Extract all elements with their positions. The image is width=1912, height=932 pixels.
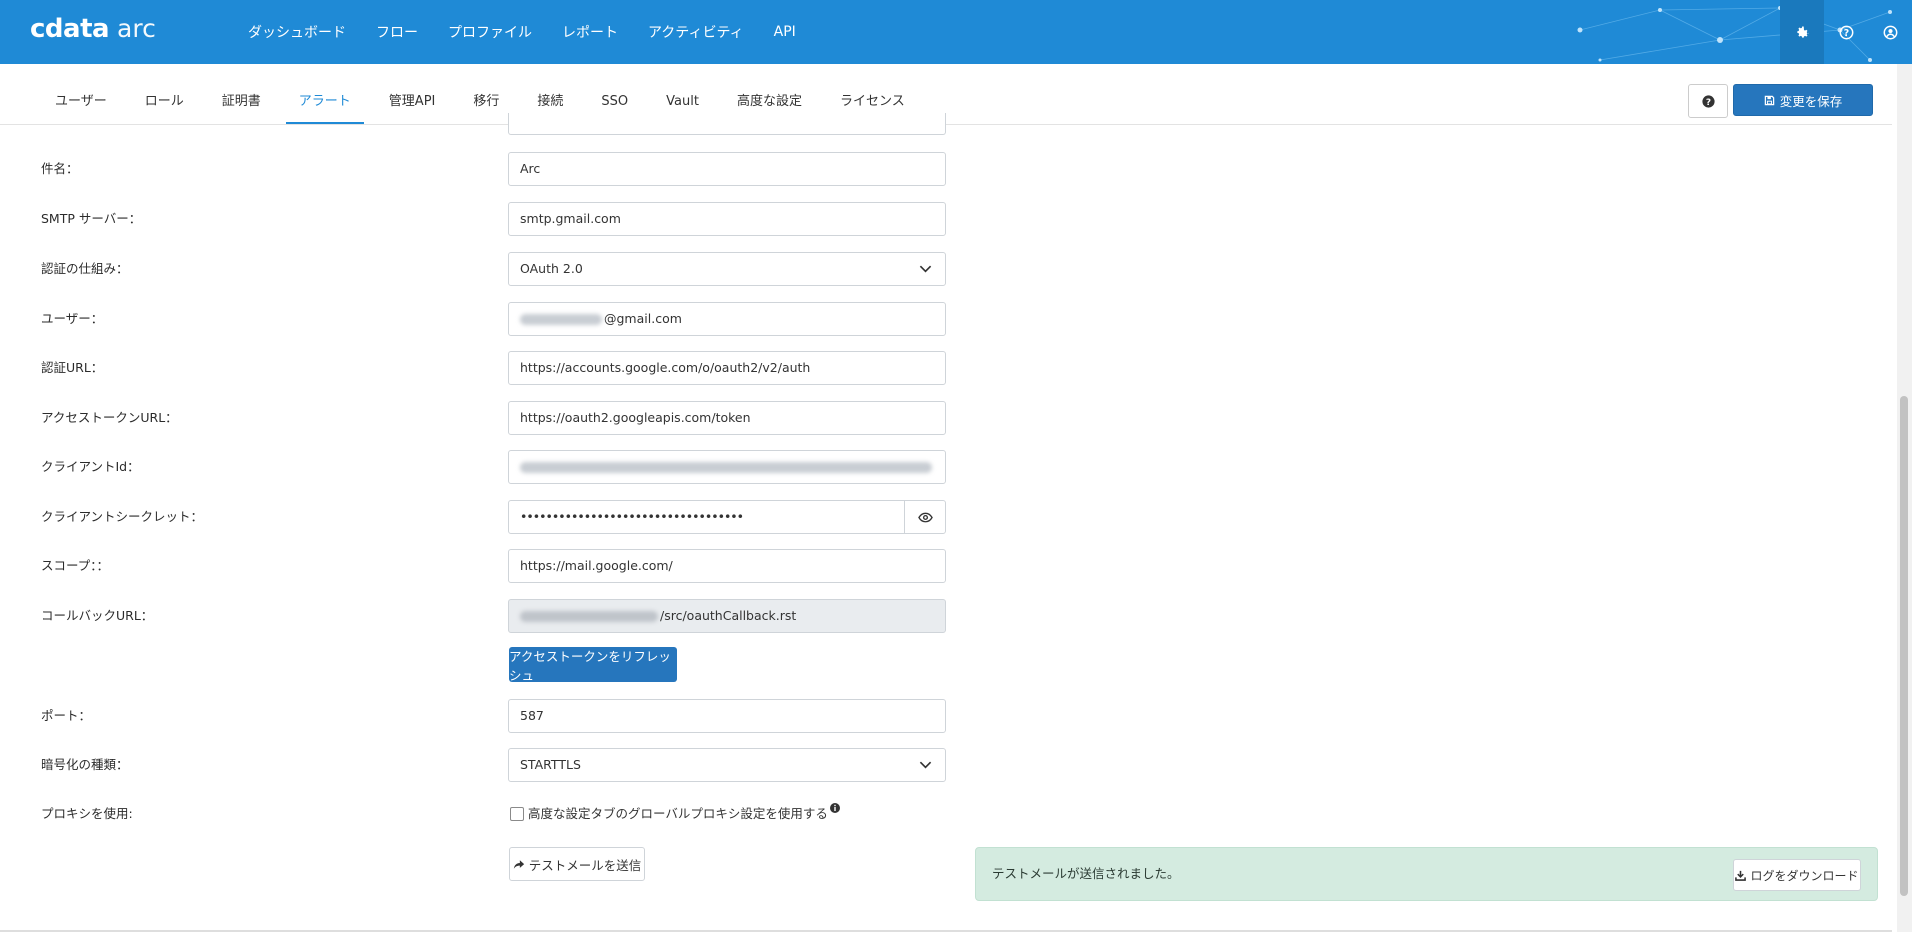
encryption-row: 暗号化の種類： STARTTLS	[0, 748, 960, 782]
use-global-proxy-checkbox[interactable]	[510, 807, 524, 821]
tab-users[interactable]: ユーザー	[36, 64, 126, 124]
callback-url-suffix: /src/oauthCallback.rst	[660, 608, 797, 623]
callback-url-row: コールバックURL： /src/oauthCallback.rst	[0, 599, 960, 633]
user-menu-button[interactable]	[1868, 0, 1912, 64]
user-email-suffix: @gmail.com	[604, 311, 682, 326]
callback-url-label: コールバックURL：	[41, 608, 154, 623]
tab-alerts[interactable]: アラート	[280, 64, 370, 124]
top-nav-dashboard[interactable]: ダッシュボード	[248, 22, 346, 42]
use-global-proxy-text: 高度な設定タブのグローバルプロキシ設定を使用する	[528, 806, 828, 821]
token-url-row: アクセストークンURL： https://oauth2.googleapis.c…	[0, 401, 960, 435]
chevron-down-icon	[919, 265, 932, 273]
user-circle-icon	[1883, 25, 1897, 39]
subject-input[interactable]: Arc	[508, 152, 946, 186]
send-test-email-label: テストメールを送信	[528, 857, 642, 873]
top-icons: ?	[1780, 0, 1912, 64]
page-scrollbar-thumb[interactable]	[1900, 396, 1908, 896]
port-row: ポート： 587	[0, 699, 960, 733]
auth-url-label: 認証URL：	[41, 360, 104, 375]
refresh-token-button[interactable]: アクセストークンをリフレッシュ	[509, 647, 677, 683]
client-secret-masked: •••••••••••••••••••••••••••••••••••	[520, 509, 744, 524]
scope-label: スコープ：：	[41, 558, 110, 573]
token-url-input[interactable]: https://oauth2.googleapis.com/token	[508, 401, 946, 435]
tab-admin-api[interactable]: 管理API	[370, 64, 455, 124]
download-log-button[interactable]: ログをダウンロード	[1733, 859, 1861, 891]
share-arrow-icon	[513, 859, 524, 869]
auth-scheme-select[interactable]: OAuth 2.0	[508, 252, 946, 286]
callback-url-input[interactable]: /src/oauthCallback.rst	[508, 599, 946, 633]
logo-light-text: arc	[117, 14, 156, 43]
top-bar: cdata arc ダッシュボード フロー プロファイル レポート アクティビティ…	[0, 0, 1912, 64]
top-nav: ダッシュボード フロー プロファイル レポート アクティビティ API	[248, 0, 826, 64]
subject-label: 件名：	[41, 161, 79, 176]
scope-input[interactable]: https://mail.google.com/	[508, 549, 946, 583]
eye-icon	[917, 512, 933, 522]
client-secret-label: クライアントシークレット：	[41, 509, 204, 524]
save-changes-button[interactable]: 変更を保存	[1733, 84, 1873, 116]
tab-certificates[interactable]: 証明書	[203, 64, 280, 124]
chevron-down-icon	[919, 761, 932, 769]
help-top-button[interactable]: ?	[1824, 0, 1868, 64]
subject-row: 件名： Arc	[0, 152, 960, 186]
scope-row: スコープ：： https://mail.google.com/	[0, 549, 960, 583]
smtp-server-row: SMTP サーバー： smtp.gmail.com	[0, 202, 960, 236]
redacted-text	[520, 314, 602, 325]
auth-scheme-value: OAuth 2.0	[520, 261, 583, 276]
encryption-select[interactable]: STARTTLS	[508, 748, 946, 782]
logo-bold-text: cdata	[30, 14, 110, 44]
client-secret-row: クライアントシークレット： ••••••••••••••••••••••••••…	[0, 500, 960, 534]
encryption-value: STARTTLS	[520, 757, 581, 772]
help-button[interactable]: ?	[1688, 84, 1728, 118]
show-secret-button[interactable]	[904, 501, 945, 533]
token-url-label: アクセストークンURL：	[41, 410, 178, 425]
user-input[interactable]: @gmail.com	[508, 302, 946, 336]
svg-text:?: ?	[1843, 27, 1848, 38]
svg-text:?: ?	[1705, 97, 1710, 107]
top-nav-flows[interactable]: フロー	[376, 22, 418, 42]
client-id-input[interactable]	[508, 450, 946, 484]
save-changes-label: 変更を保存	[1779, 93, 1843, 109]
auth-scheme-label: 認証の仕組み：	[41, 261, 129, 276]
previous-field[interactable]	[508, 113, 946, 135]
success-alert-message: テストメールが送信されました。	[992, 866, 1180, 881]
client-id-label: クライアントId：	[41, 459, 140, 474]
top-nav-api[interactable]: API	[774, 24, 796, 40]
gear-icon	[1796, 26, 1808, 38]
use-global-proxy-label[interactable]: 高度な設定タブのグローバルプロキシ設定を使用する	[528, 803, 840, 822]
user-label: ユーザー：	[41, 311, 104, 326]
port-input[interactable]: 587	[508, 699, 946, 733]
redacted-text	[520, 611, 658, 622]
port-label: ポート：	[41, 708, 92, 723]
floppy-disk-icon	[1764, 95, 1774, 105]
download-icon	[1735, 870, 1747, 881]
settings-tab-bar: ユーザー ロール 証明書 アラート 管理API 移行 接続 SSO Vault …	[0, 64, 1892, 125]
user-row: ユーザー： @gmail.com	[0, 302, 960, 336]
top-nav-profile[interactable]: プロファイル	[448, 22, 532, 42]
smtp-server-label: SMTP サーバー：	[41, 211, 142, 226]
client-secret-input[interactable]: •••••••••••••••••••••••••••••••••••	[508, 500, 946, 534]
settings-button[interactable]	[1780, 0, 1824, 64]
client-id-row: クライアントId：	[0, 450, 960, 484]
encryption-label: 暗号化の種類：	[41, 757, 129, 772]
auth-scheme-row: 認証の仕組み： OAuth 2.0	[0, 252, 960, 286]
question-circle-icon: ?	[1701, 94, 1715, 107]
success-alert: テストメールが送信されました。 ログをダウンロード	[975, 847, 1878, 901]
auth-url-row: 認証URL： https://accounts.google.com/o/oau…	[0, 351, 960, 385]
redacted-text	[520, 462, 932, 473]
proxy-label: プロキシを使用:	[41, 806, 133, 821]
top-nav-reports[interactable]: レポート	[562, 22, 618, 42]
auth-url-input[interactable]: https://accounts.google.com/o/oauth2/v2/…	[508, 351, 946, 385]
tab-roles[interactable]: ロール	[126, 64, 203, 124]
smtp-server-input[interactable]: smtp.gmail.com	[508, 202, 946, 236]
send-test-email-button[interactable]: テストメールを送信	[509, 847, 645, 881]
download-log-label: ログをダウンロード	[1750, 868, 1859, 883]
top-nav-activity[interactable]: アクティビティ	[648, 22, 744, 42]
question-circle-icon: ?	[1839, 25, 1853, 39]
app-logo[interactable]: cdata arc	[30, 14, 156, 44]
info-icon[interactable]	[829, 803, 840, 813]
